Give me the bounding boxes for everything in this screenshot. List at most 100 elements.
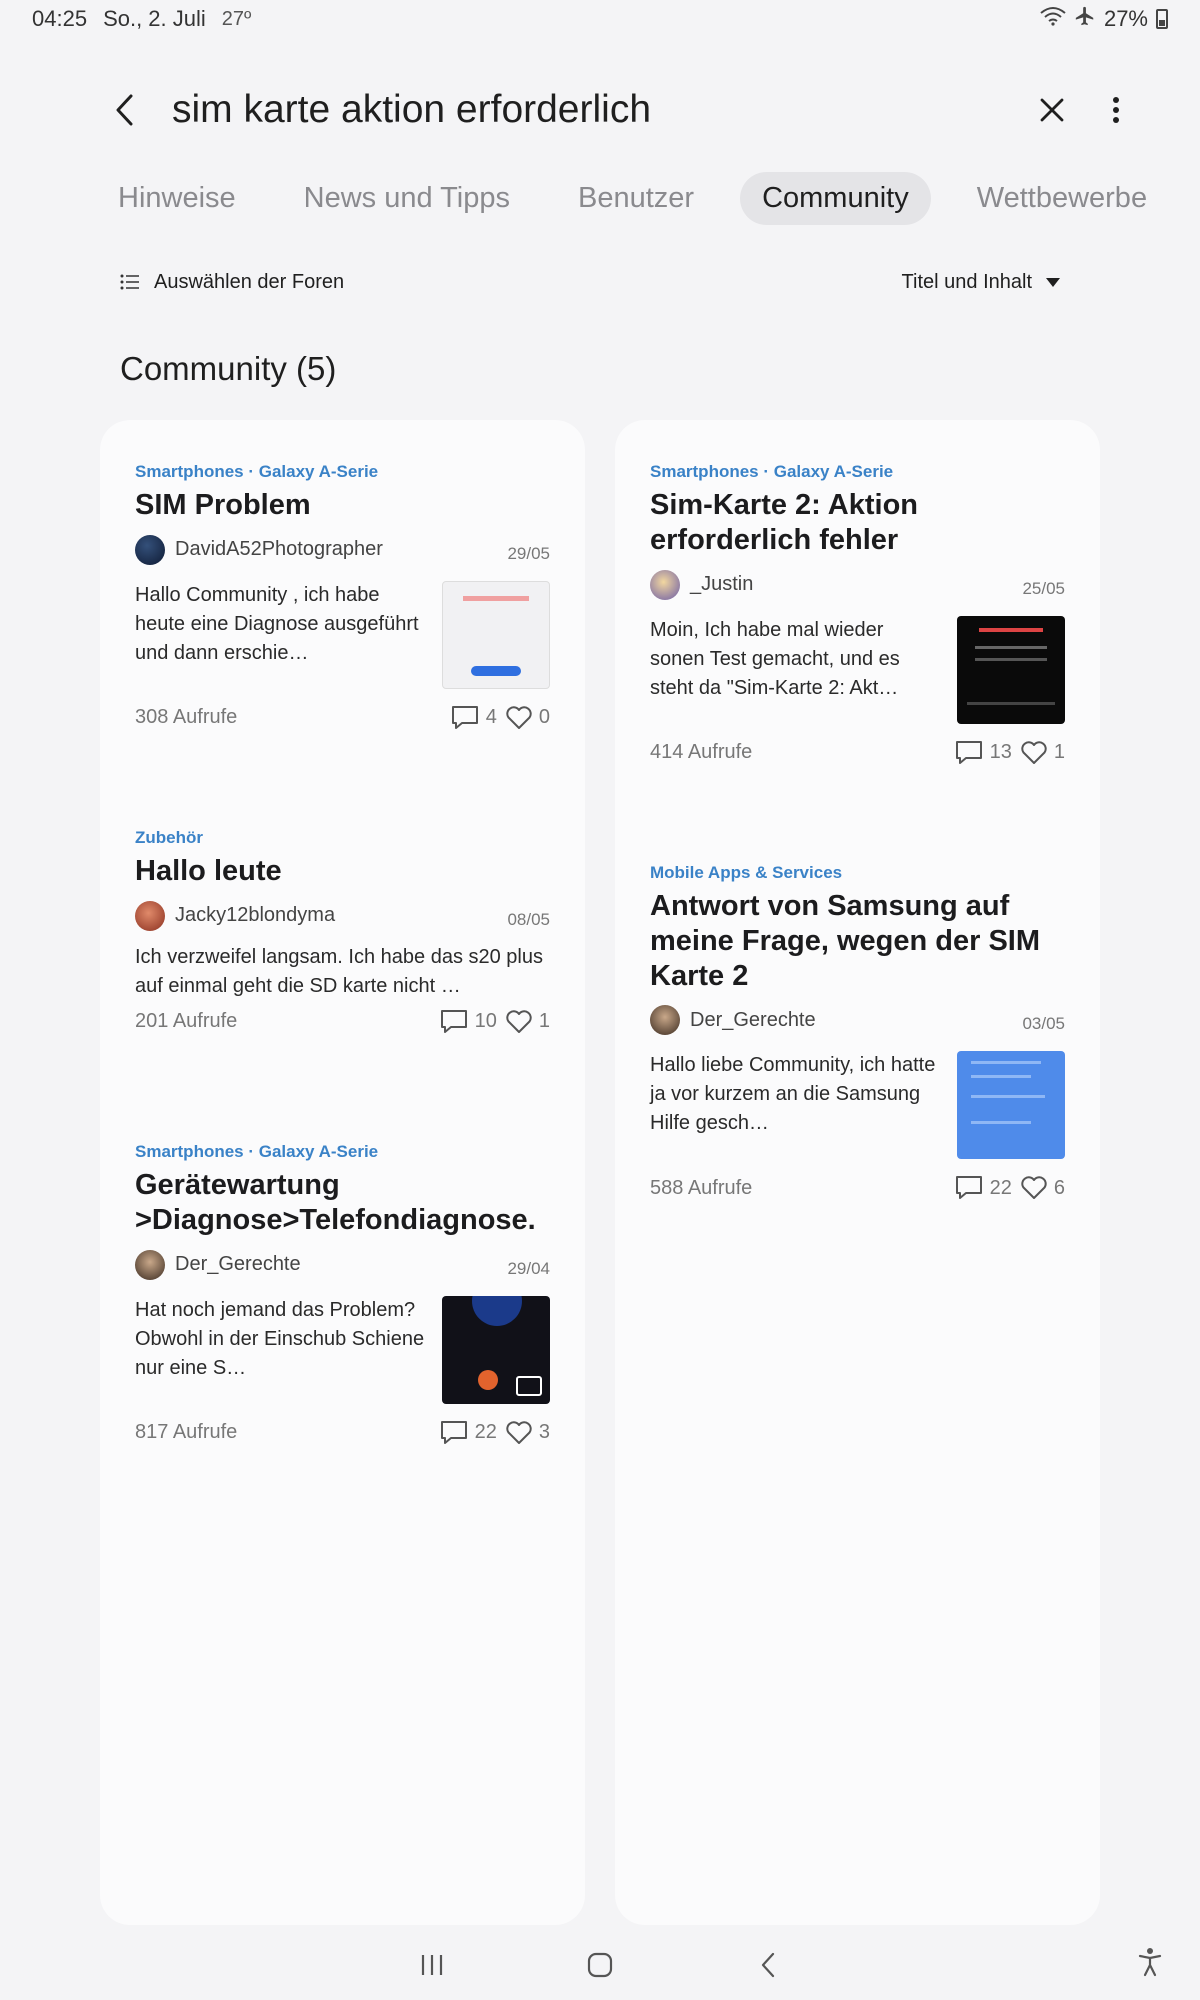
comment-icon xyxy=(451,705,478,729)
sort-dropdown[interactable]: Titel und Inhalt xyxy=(902,271,1060,294)
status-time: 04:25 xyxy=(32,6,88,31)
post-title[interactable]: Hallo leute xyxy=(135,854,550,889)
post-author[interactable]: DavidA52Photographer xyxy=(175,538,383,561)
post-card[interactable]: Mobile Apps & Services Antwort von Samsu… xyxy=(650,863,1065,1201)
avatar[interactable] xyxy=(135,900,165,931)
post-category[interactable]: Smartphones · Galaxy A-Serie xyxy=(135,462,550,482)
recent-apps-button[interactable] xyxy=(408,1941,456,1989)
filter-row: Auswählen der Foren Titel und Inhalt xyxy=(120,262,1060,302)
post-date: 29/05 xyxy=(507,543,550,563)
close-icon xyxy=(1040,98,1064,122)
post-title[interactable]: Gerätewartung >Diagnose>Telefondiagnose. xyxy=(135,1168,550,1238)
post-date: 08/05 xyxy=(507,909,550,929)
status-date: So., 2. Juli xyxy=(103,6,206,31)
post-excerpt: Ich verzweifel langsam. Ich habe das s20… xyxy=(135,945,543,997)
post-thumbnail[interactable] xyxy=(957,615,1065,724)
heart-icon[interactable] xyxy=(505,705,533,731)
more-vertical-icon xyxy=(1113,97,1119,123)
post-category[interactable]: Mobile Apps & Services xyxy=(650,863,1065,883)
comment-icon xyxy=(955,1176,982,1200)
back-button[interactable] xyxy=(100,86,148,134)
post-thumbnail[interactable] xyxy=(442,1295,550,1404)
caret-down-icon xyxy=(1046,277,1060,287)
post-excerpt: Hallo liebe Community, ich hatte ja vor … xyxy=(650,1054,936,1135)
post-date: 25/05 xyxy=(1022,578,1065,598)
chevron-left-icon xyxy=(116,94,133,126)
post-category[interactable]: Smartphones · Galaxy A-Serie xyxy=(135,1142,550,1162)
post-card[interactable]: Smartphones · Galaxy A-Serie Sim-Karte 2… xyxy=(650,462,1065,766)
accessibility-icon xyxy=(1138,1948,1162,1977)
post-author[interactable]: Der_Gerechte xyxy=(175,1253,301,1276)
post-views: 201 Aufrufe xyxy=(135,1010,238,1033)
tab-wettbewerbe[interactable]: Wettbewerbe xyxy=(955,172,1169,225)
home-icon xyxy=(587,1952,613,1978)
comment-count: 22 xyxy=(989,1176,1012,1199)
post-excerpt: Moin, Ich habe mal wieder sonen Test gem… xyxy=(650,618,900,699)
post-views: 817 Aufrufe xyxy=(135,1421,238,1444)
post-category[interactable]: Zubehör xyxy=(135,828,550,848)
comment-icon xyxy=(955,740,982,764)
tab-news-und-tipps[interactable]: News und Tipps xyxy=(282,172,532,225)
wifi-icon xyxy=(1040,6,1066,32)
more-options-button[interactable] xyxy=(1092,86,1140,134)
avatar[interactable] xyxy=(135,1249,165,1280)
post-author[interactable]: Jacky12blondyma xyxy=(175,904,335,927)
comment-icon xyxy=(440,1420,467,1444)
like-count: 6 xyxy=(1053,1176,1065,1199)
system-back-button[interactable] xyxy=(744,1941,792,1989)
heart-icon[interactable] xyxy=(505,1009,533,1035)
home-button[interactable] xyxy=(576,1941,624,1989)
post-thumbnail[interactable] xyxy=(442,580,550,689)
search-header: sim karte aktion erforderlich xyxy=(100,80,1140,140)
like-count: 3 xyxy=(538,1421,550,1444)
comment-icon xyxy=(440,1009,467,1033)
back-arrow-icon xyxy=(761,1952,775,1978)
post-title[interactable]: SIM Problem xyxy=(135,488,550,523)
post-card[interactable]: Smartphones · Galaxy A-Serie Gerätewartu… xyxy=(135,1142,550,1446)
like-count: 1 xyxy=(538,1010,550,1033)
post-views: 414 Aufrufe xyxy=(650,741,753,764)
battery-icon xyxy=(1156,9,1168,29)
status-bar: 04:25 So., 2. Juli 27º 27% xyxy=(0,0,1200,38)
comment-count: 10 xyxy=(474,1010,497,1033)
comment-count: 13 xyxy=(989,741,1012,764)
heart-icon[interactable] xyxy=(1020,740,1048,766)
system-navigation-bar xyxy=(0,1930,1200,2000)
post-author[interactable]: Der_Gerechte xyxy=(690,1009,816,1032)
post-views: 308 Aufrufe xyxy=(135,706,238,729)
status-temperature: 27º xyxy=(221,7,252,30)
recent-apps-icon xyxy=(421,1955,443,1975)
tab-community[interactable]: Community xyxy=(740,171,931,225)
clear-search-button[interactable] xyxy=(1028,86,1076,134)
tab-hinweise[interactable]: Hinweise xyxy=(96,172,258,225)
list-icon xyxy=(120,274,139,290)
post-title[interactable]: Antwort von Samsung auf meine Frage, weg… xyxy=(650,889,1065,993)
select-forums-button[interactable]: Auswählen der Foren xyxy=(120,271,344,294)
sort-dropdown-label: Titel und Inhalt xyxy=(901,270,1032,293)
heart-icon[interactable] xyxy=(505,1420,533,1446)
accessibility-button[interactable] xyxy=(1126,1938,1174,1986)
like-count: 1 xyxy=(1053,741,1065,764)
post-title[interactable]: Sim-Karte 2: Aktion erforderlich fehler xyxy=(650,488,1065,558)
comment-count: 22 xyxy=(474,1421,497,1444)
post-thumbnail[interactable] xyxy=(957,1051,1065,1160)
post-excerpt: Hat noch jemand das Problem? Obwohl in d… xyxy=(135,1298,425,1379)
search-query[interactable]: sim karte aktion erforderlich xyxy=(172,88,1028,132)
airplane-mode-icon xyxy=(1074,5,1096,33)
select-forums-label: Auswählen der Foren xyxy=(154,270,345,293)
post-card[interactable]: Smartphones · Galaxy A-Serie SIM Problem… xyxy=(135,462,550,731)
post-author[interactable]: _Justin xyxy=(690,573,753,596)
post-card[interactable]: Zubehör Hallo leute Jacky12blondyma 08/0… xyxy=(135,828,550,1035)
like-count: 0 xyxy=(538,706,550,729)
avatar[interactable] xyxy=(135,534,165,565)
post-date: 03/05 xyxy=(1022,1014,1065,1034)
battery-level: 27% xyxy=(1103,6,1148,31)
section-title: Community (5) xyxy=(120,350,337,387)
avatar[interactable] xyxy=(650,1005,680,1036)
search-tabs: Hinweise News und Tipps Benutzer Communi… xyxy=(96,170,1147,226)
tab-benutzer[interactable]: Benutzer xyxy=(556,172,716,225)
comment-count: 4 xyxy=(485,706,497,729)
avatar[interactable] xyxy=(650,569,680,600)
heart-icon[interactable] xyxy=(1020,1175,1048,1201)
post-category[interactable]: Smartphones · Galaxy A-Serie xyxy=(650,462,1065,482)
